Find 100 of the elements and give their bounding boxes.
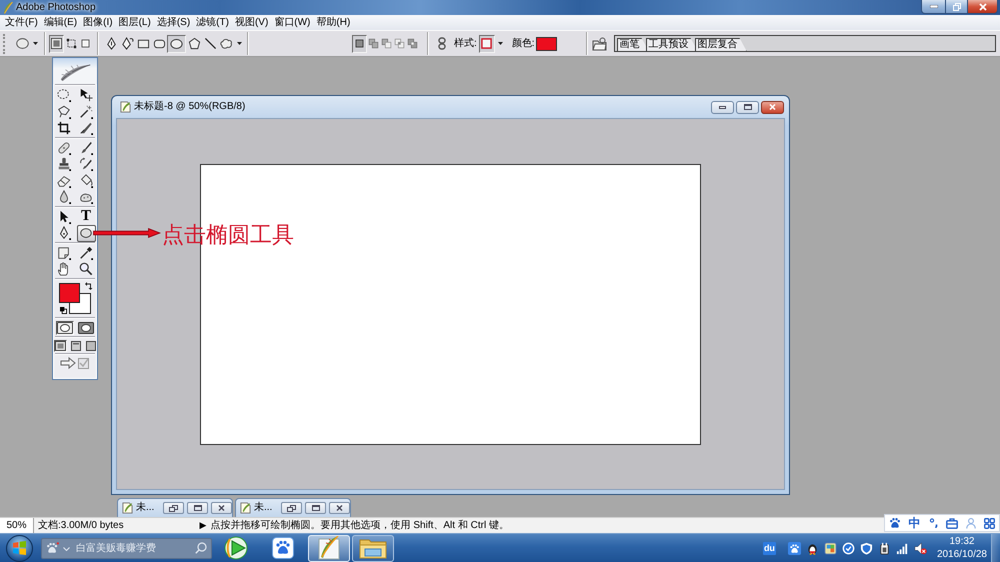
screen-mode-button[interactable] [54, 340, 66, 352]
palette-tab[interactable]: 画笔 [616, 38, 649, 51]
paw-icon[interactable] [788, 542, 801, 554]
maximize-icon [744, 104, 752, 110]
pen-curve-icon [120, 37, 134, 50]
close-icon [978, 2, 986, 10]
tool-button[interactable] [76, 225, 96, 242]
ime-mode-toggle[interactable]: 中 [908, 517, 921, 529]
show-desktop-button[interactable] [991, 534, 1000, 562]
chain-link-icon[interactable] [438, 37, 446, 50]
menu-item[interactable]: 编辑(E) [42, 16, 78, 28]
punctuation-icon[interactable] [928, 518, 939, 528]
caret-icon[interactable] [237, 42, 242, 45]
drop-icon [57, 190, 71, 204]
dashed-square-icon [66, 38, 77, 49]
briefcase-icon[interactable] [946, 518, 958, 528]
menu-item[interactable]: 帮助(H) [315, 16, 352, 28]
tool-button[interactable] [54, 87, 74, 104]
screen-mode-button[interactable] [70, 340, 82, 352]
line-icon [204, 37, 216, 50]
color-swatch[interactable] [536, 36, 557, 50]
path-mode-button[interactable] [49, 34, 64, 52]
document-title: 未标题-8 @ 50%(RGB/8) [134, 101, 246, 113]
grid-icon[interactable] [984, 518, 996, 528]
feather-icon [3, 2, 13, 14]
search-field[interactable]: 白富美贩毒赚学费 [41, 538, 212, 558]
mask-mode-button[interactable] [76, 320, 94, 334]
caret-icon[interactable] [498, 42, 503, 45]
rounded-rectangle-icon [152, 37, 166, 50]
tray-app-badge[interactable]: du [762, 542, 776, 554]
tool-button[interactable]: T [76, 208, 96, 225]
maximize-icon [312, 505, 320, 511]
background-color-swatch[interactable] [59, 282, 91, 314]
overlapping-squares-icon [368, 38, 379, 49]
maximize-button[interactable] [187, 502, 208, 514]
play-circle-icon [224, 536, 250, 560]
maximize-button[interactable] [736, 100, 759, 114]
shield-icon[interactable] [860, 542, 873, 554]
start-orb-icon[interactable] [6, 534, 33, 562]
brush-icon [79, 140, 93, 155]
speaker-muted-icon[interactable] [914, 542, 927, 554]
swap-arrow-icon[interactable] [85, 282, 93, 290]
menu-item[interactable]: 文件(F) [4, 16, 39, 28]
maximize-button[interactable] [305, 502, 326, 514]
menu-item[interactable]: 图层(L) [118, 16, 152, 28]
menu-item[interactable]: 视图(V) [234, 16, 270, 28]
check-circle-icon[interactable] [842, 542, 855, 554]
overlapping-squares-icon [381, 38, 392, 49]
chevron-down-icon[interactable] [63, 546, 70, 550]
paw-icon[interactable] [46, 542, 59, 554]
paw-icon[interactable] [888, 517, 901, 529]
framed-ellipse-icon [78, 322, 94, 334]
minimize-button[interactable] [921, 0, 946, 14]
signal-bars-icon[interactable] [896, 542, 909, 554]
restore-button[interactable] [946, 0, 968, 14]
penguin-icon[interactable] [806, 542, 819, 554]
shape-tool-button[interactable] [167, 34, 186, 52]
caret-icon[interactable] [33, 42, 38, 45]
note-icon [57, 246, 71, 260]
taskbar-app-button[interactable] [352, 534, 394, 562]
palette-tab[interactable]: 工具预设 [646, 38, 698, 51]
restore-button[interactable] [163, 502, 184, 514]
minimized-window[interactable]: 未... [117, 498, 233, 517]
close-button[interactable] [968, 0, 998, 14]
restore-icon [287, 504, 296, 512]
clock-time[interactable]: 19:32 [949, 535, 974, 548]
window-frame-icon [86, 340, 96, 350]
stamp-icon [57, 157, 71, 172]
close-button[interactable] [761, 100, 784, 114]
zoom-field[interactable]: 50% [0, 518, 34, 533]
close-button[interactable] [329, 502, 350, 514]
menu-item[interactable]: 图像(I) [82, 16, 114, 28]
screen-mode-button[interactable] [84, 340, 96, 352]
search-icon[interactable] [195, 542, 207, 554]
combine-mode-button[interactable] [352, 34, 367, 52]
folder-icon [359, 537, 387, 559]
folder-icon[interactable] [592, 36, 607, 50]
mask-mode-button[interactable] [56, 320, 74, 334]
restore-icon [169, 504, 178, 512]
grip-handle[interactable] [3, 34, 7, 54]
ellipse-icon[interactable] [16, 38, 29, 49]
filled-square-icon [354, 38, 365, 49]
magnifier-icon [79, 262, 93, 276]
plug-icon[interactable] [878, 542, 891, 554]
paw-tile-icon [272, 537, 294, 559]
style-swatch-button[interactable] [478, 34, 495, 52]
clock-date[interactable]: 2016/10/28 [936, 548, 987, 561]
restore-button[interactable] [281, 502, 302, 514]
close-button[interactable] [211, 502, 232, 514]
default-colors-icon[interactable] [60, 306, 67, 314]
menu-item[interactable]: 选择(S) [156, 16, 192, 28]
arrow-page-icon[interactable] [60, 356, 90, 370]
menu-item[interactable]: 滤镜(T) [195, 16, 230, 28]
eyedropper-icon [79, 246, 93, 260]
menu-item[interactable]: 窗口(W) [273, 16, 312, 28]
minimized-window[interactable]: 未... [235, 498, 351, 517]
minimize-button[interactable] [711, 100, 734, 114]
app-tile-icon[interactable] [824, 542, 837, 554]
palette-tab[interactable]: 图层复合 [694, 38, 747, 51]
foreground-color-swatch[interactable] [59, 282, 80, 302]
